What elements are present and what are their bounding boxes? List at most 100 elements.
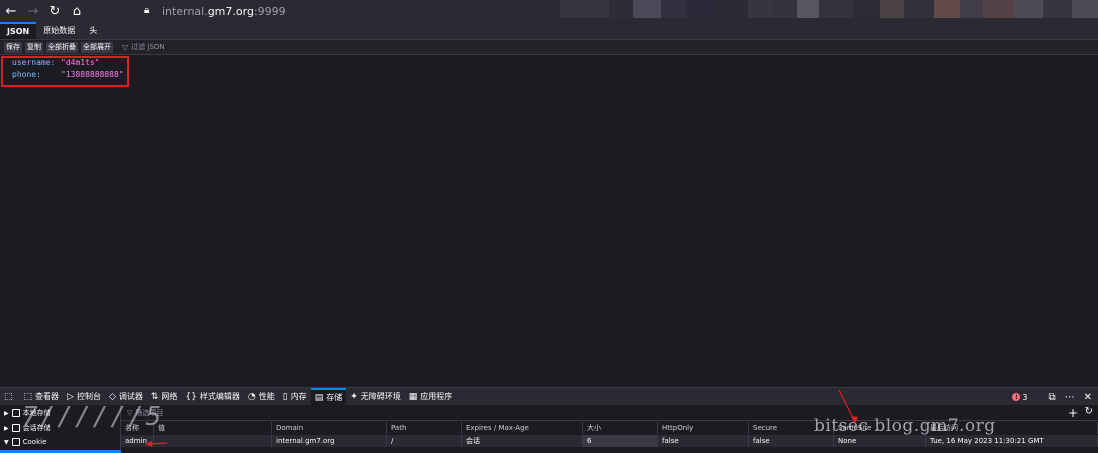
devtools-tab-label: 网络	[161, 392, 178, 401]
tree-item-cookie[interactable]: ▼ Cookie	[4, 438, 46, 446]
blur-block	[904, 0, 934, 18]
tab-raw-data[interactable]: 原始数据	[36, 22, 82, 39]
blurred-toolbar-area	[560, 0, 1098, 22]
storage-icon	[11, 424, 20, 432]
url-text: internal.gm7.org:9999	[162, 4, 286, 18]
add-item-button[interactable]: +	[1068, 406, 1078, 420]
column-header[interactable]: Domain	[272, 422, 387, 434]
dock-icon[interactable]: ⧉	[1048, 392, 1055, 403]
refresh-button[interactable]: ↻	[1085, 406, 1093, 417]
devtools-tab-icon: ▯	[282, 391, 288, 402]
table-cell: None	[834, 435, 926, 447]
collapse-all-button[interactable]: 全部折叠	[46, 41, 78, 53]
table-cell: internal.gm7.org	[272, 435, 387, 447]
cookie-icon	[11, 438, 20, 446]
json-key: username:	[12, 58, 56, 67]
tab-json[interactable]: JSON	[0, 22, 37, 39]
more-options-icon[interactable]: ⋯	[1065, 392, 1075, 403]
close-icon[interactable]: ✕	[1084, 392, 1092, 403]
devtools-tab-label: 样式编辑器	[199, 392, 240, 401]
blur-block	[933, 0, 960, 18]
json-key: phone:	[12, 70, 41, 79]
watermark-left: 7//////5	[22, 402, 164, 432]
blur-block	[959, 0, 984, 18]
table-cell: Tue, 16 May 2023 11:30:21 GMT	[926, 435, 1098, 447]
collapse-arrow-icon: ▼	[4, 438, 9, 446]
blur-block	[660, 0, 687, 18]
blur-block	[983, 0, 1015, 18]
blur-block	[852, 0, 881, 18]
column-header[interactable]: 大小	[583, 422, 658, 434]
json-viewer-tabs: JSON 原始数据 头	[0, 22, 1098, 40]
column-header[interactable]: 值	[154, 422, 272, 434]
devtools-tab-icon: ▷	[67, 391, 74, 402]
home-icon: ⌂	[72, 3, 82, 19]
table-cell: false	[749, 435, 834, 447]
json-row-username: username: "d4m1ts"	[12, 58, 100, 67]
reload-button[interactable]: ↻	[44, 0, 66, 22]
blur-block	[1042, 0, 1073, 18]
save-button[interactable]: 保存	[4, 41, 22, 53]
storage-icon	[11, 409, 20, 417]
devtools-tab-7[interactable]: ▤ 存储	[310, 387, 347, 406]
expand-arrow-icon: ▶	[4, 409, 9, 417]
devtools-tab-icon: ⬚	[23, 391, 33, 402]
json-content: username: "d4m1ts" phone: "13888888888"	[0, 55, 1098, 387]
expand-arrow-icon: ▶	[4, 424, 9, 432]
expand-all-button[interactable]: 全部展开	[81, 41, 113, 53]
devtools-tab-icon: ▦	[408, 391, 418, 402]
devtools-tab-label: 调试器	[118, 392, 143, 401]
table-cell: 6	[583, 435, 658, 447]
devtools-right-controls: ! 3 ⧉ ⋯ ✕	[1012, 388, 1092, 406]
annotation-arrow	[838, 389, 858, 424]
devtools-tab-9[interactable]: ▦ 应用程序	[405, 388, 457, 406]
annotation-arrow-left	[145, 441, 168, 447]
devtools-tab-6[interactable]: ▯ 内存	[279, 388, 311, 406]
home-button[interactable]: ⌂	[66, 0, 88, 22]
devtools-tab-icon: {}	[185, 391, 197, 402]
json-value: "13888888888"	[61, 70, 124, 79]
devtools-tab-icon: ✦	[350, 391, 358, 402]
table-cell	[154, 435, 272, 447]
blur-block	[797, 0, 820, 18]
blur-block	[609, 0, 634, 18]
devtools-tab-8[interactable]: ✦ 无障碍环境	[346, 388, 405, 406]
column-header[interactable]: HttpOnly	[658, 422, 749, 434]
blur-block	[1014, 0, 1043, 18]
devtools-tab-4[interactable]: {} 样式编辑器	[181, 388, 243, 406]
devtools-tab-5[interactable]: ◔ 性能	[244, 388, 279, 406]
blur-block	[747, 0, 772, 18]
blur-block	[560, 0, 584, 18]
devtools-tab-label: 内存	[290, 392, 307, 401]
column-header[interactable]: Expires / Max-Age	[462, 422, 583, 434]
devtools-tab-label: 应用程序	[420, 392, 453, 401]
blur-block	[633, 0, 661, 18]
element-picker-button[interactable]: ⬚	[0, 388, 20, 406]
table-cell: /	[387, 435, 462, 447]
copy-button[interactable]: 复制	[25, 41, 43, 53]
table-cell: false	[658, 435, 749, 447]
devtools-tab-label: 无障碍环境	[360, 392, 401, 401]
blur-block	[880, 0, 905, 18]
json-filter[interactable]: ▽ 过滤 JSON	[122, 42, 165, 52]
devtools-tab-label: 控制台	[76, 392, 101, 401]
column-header[interactable]: Path	[387, 422, 462, 434]
table-row[interactable]: admin internal.gm7.org / 会话 6 false false None T…	[121, 435, 1098, 447]
arrow-right-icon: →	[27, 3, 39, 19]
lock-icon: 🔒︎	[144, 5, 150, 16]
json-row-phone: phone: "13888888888"	[12, 70, 124, 79]
error-icon: !	[1012, 393, 1021, 401]
blur-block	[716, 0, 748, 18]
reload-icon: ↻	[49, 3, 61, 19]
back-button[interactable]: ←	[0, 0, 22, 22]
tab-headers[interactable]: 头	[82, 22, 104, 39]
blur-block	[583, 0, 610, 18]
picker-icon: ⬚	[4, 391, 13, 402]
blur-block	[771, 0, 798, 18]
forward-button[interactable]: →	[22, 0, 44, 22]
table-cell: 会话	[462, 435, 583, 447]
devtools-toolbar: ⬚ ⬚ 查看器 ▷ 控制台 ◇ 调试器 ⇅ 网络{} 样式编辑器 ◔ 性能 ▯ 内存 ▤ 存储 ✦ 无障碍环境 ▦…	[0, 387, 1098, 406]
error-count-badge[interactable]: ! 3	[1012, 393, 1027, 402]
json-viewer-toolbar: 保存 复制 全部折叠 全部展开 ▽ 过滤 JSON	[0, 40, 1098, 55]
json-value: "d4m1ts"	[61, 58, 100, 67]
